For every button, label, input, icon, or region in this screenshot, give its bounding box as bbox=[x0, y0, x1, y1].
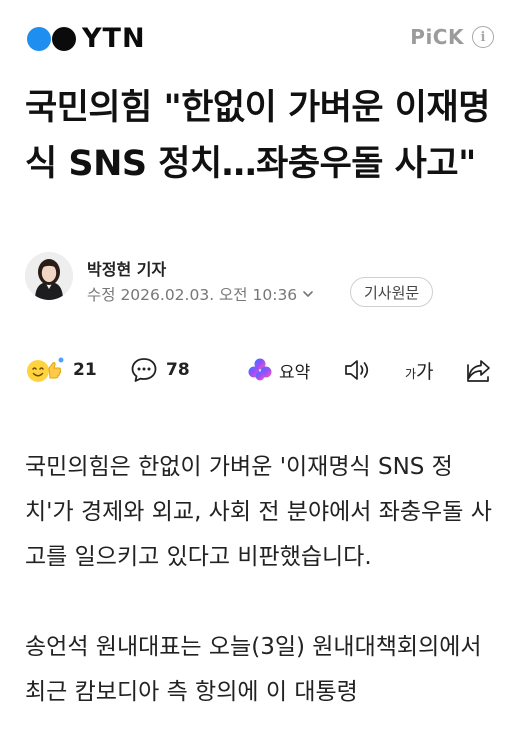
article-body: 국민의힘은 한없이 가벼운 '이재명식 SNS 정치'가 경제와 외교, 사회 … bbox=[25, 445, 495, 756]
byline: 박정현 기자 수정 2026.02.03. 오전 10:36 기사원문 bbox=[25, 250, 495, 307]
logo-black-dot bbox=[52, 27, 76, 51]
article-date[interactable]: 수정 2026.02.03. 오전 10:36 bbox=[87, 283, 315, 305]
reaction-button[interactable]: 21 bbox=[25, 350, 97, 390]
top-bar: YTN PiCK i bbox=[0, 0, 519, 78]
article-title: 국민의힘 "한없이 가벼운 이재명식 SNS 정치…좌충우돌 사고" bbox=[25, 88, 490, 184]
share-icon bbox=[467, 360, 490, 382]
reaction-emoji-icon bbox=[27, 357, 64, 382]
ytn-logo[interactable]: YTN bbox=[27, 25, 146, 53]
tts-button[interactable] bbox=[343, 350, 373, 390]
original-article-button[interactable]: 기사원문 bbox=[350, 277, 434, 307]
pick-label: PiCK bbox=[410, 25, 464, 49]
action-bar: 21 78 요약 가 가 bbox=[25, 350, 495, 392]
summary-label: 요약 bbox=[279, 362, 311, 383]
speaker-icon bbox=[345, 360, 369, 380]
ai-summary-icon bbox=[248, 358, 272, 381]
body-paragraph: 송언석 원내대표는 오늘(3일) 원내대책회의에서 최근 캄보디아 측 항의에 … bbox=[25, 634, 482, 705]
chevron-down-icon bbox=[303, 291, 313, 297]
share-button[interactable] bbox=[465, 350, 493, 390]
reaction-count: 21 bbox=[73, 360, 97, 380]
font-size-small-label: 가 bbox=[405, 366, 417, 381]
date-text: 수정 2026.02.03. 오전 10:36 bbox=[87, 286, 298, 304]
avatar-portrait-icon bbox=[25, 252, 73, 300]
comment-count: 78 bbox=[166, 360, 190, 380]
comment-bubble-icon bbox=[131, 358, 157, 382]
body-paragraph: 국민의힘은 한없이 가벼운 '이재명식 SNS 정치'가 경제와 외교, 사회 … bbox=[25, 454, 492, 570]
summary-button[interactable]: 요약 bbox=[247, 350, 310, 390]
pick-badge[interactable]: PiCK i bbox=[410, 25, 494, 49]
reporter-avatar[interactable] bbox=[25, 252, 73, 300]
comment-button[interactable]: 78 bbox=[130, 350, 190, 390]
logo-text: YTN bbox=[82, 23, 146, 54]
logo-blue-dot bbox=[27, 27, 51, 51]
info-icon[interactable]: i bbox=[472, 26, 494, 48]
reporter-name[interactable]: 박정현 기자 bbox=[87, 256, 166, 280]
font-size-button[interactable]: 가 가 bbox=[405, 350, 434, 390]
font-size-large-label: 가 bbox=[416, 360, 434, 383]
